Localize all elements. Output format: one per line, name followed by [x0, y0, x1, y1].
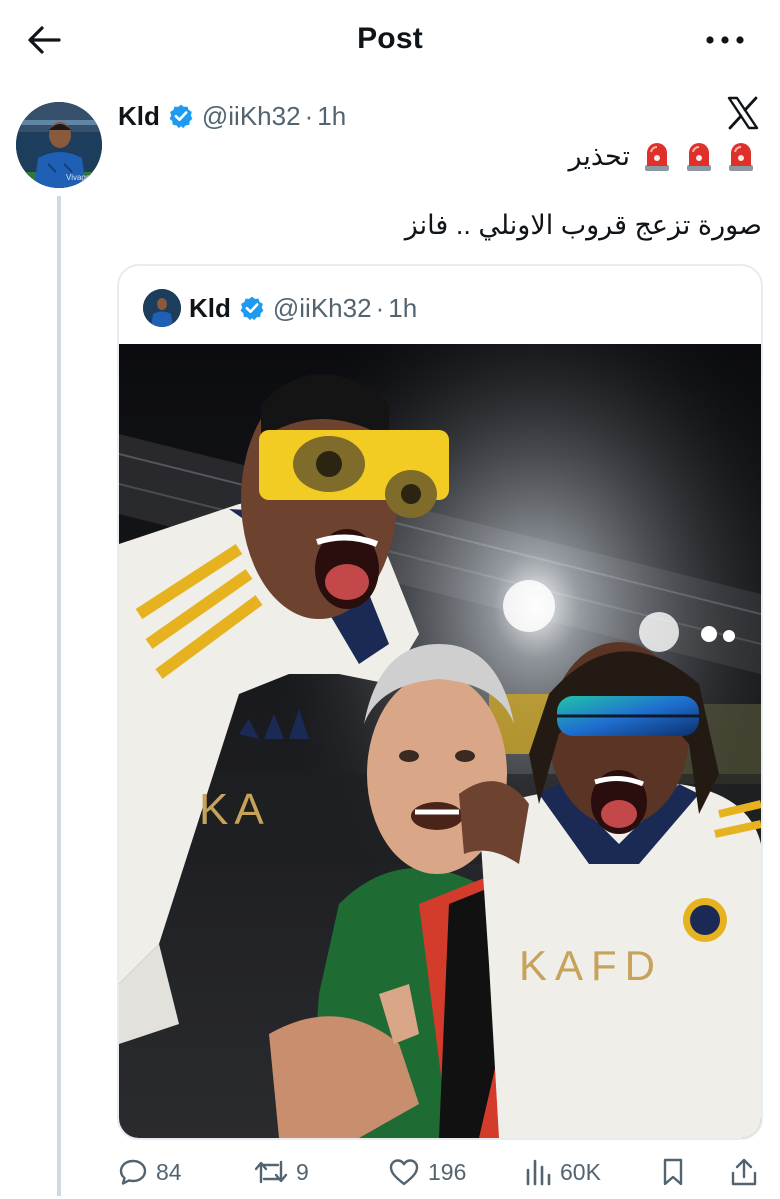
warning-text: تحذير: [568, 140, 630, 171]
x-logo-icon: [726, 96, 760, 130]
bar-chart-icon: [526, 1159, 551, 1186]
quoted-tweet-photo[interactable]: KA KAFD: [119, 344, 761, 1138]
quoted-tweet-header: Kld @iiKh32 · 1h: [143, 288, 417, 328]
post-page: Post Vivago Kld @iiKh32 · 1h تحذير صورة …: [0, 0, 780, 1199]
thread-line: [57, 196, 61, 1196]
quoted-avatar[interactable]: [143, 289, 181, 327]
reply-button[interactable]: 84: [118, 1150, 182, 1194]
share-icon: [731, 1158, 757, 1186]
like-count: 196: [428, 1158, 467, 1185]
share-button[interactable]: [730, 1150, 758, 1194]
more-horizontal-icon: [706, 36, 744, 44]
action-bar: 84 9 196 60K: [118, 1150, 764, 1194]
post-time[interactable]: 1h: [317, 101, 346, 132]
avatar[interactable]: Vivago: [16, 102, 102, 188]
bookmark-icon: [663, 1158, 683, 1186]
repost-icon: [254, 1160, 288, 1184]
police-car-light-icon: [729, 143, 753, 171]
avatar-photo: Vivago: [16, 102, 102, 188]
verified-badge-icon: [168, 103, 194, 129]
dot-separator: ·: [375, 292, 385, 323]
celebration-photo: KA KAFD: [119, 344, 761, 1138]
like-button[interactable]: 196: [388, 1150, 466, 1194]
quoted-author-handle[interactable]: @iiKh32: [273, 293, 372, 324]
verified-badge-icon: [239, 295, 265, 321]
tweet-text-line-1: تحذير: [568, 136, 756, 176]
author-handle[interactable]: @iiKh32: [202, 101, 301, 132]
quoted-post-time[interactable]: 1h: [388, 293, 417, 324]
heart-icon: [389, 1159, 419, 1186]
top-bar: Post: [0, 0, 780, 80]
more-button[interactable]: [700, 24, 750, 56]
reply-count: 84: [156, 1158, 182, 1185]
police-car-light-icon: [687, 143, 711, 171]
repost-count: 9: [296, 1158, 309, 1185]
view-count: 60K: [560, 1158, 601, 1185]
quoted-author-name[interactable]: Kld: [189, 293, 231, 324]
jersey-text: KA: [199, 785, 270, 834]
svg-text:Vivago: Vivago: [66, 173, 91, 182]
jersey-text: KAFD: [519, 942, 663, 989]
bookmark-button[interactable]: [661, 1150, 685, 1194]
repost-button[interactable]: 9: [254, 1150, 309, 1194]
page-title: Post: [357, 22, 423, 55]
tweet-header: Kld @iiKh32 · 1h: [118, 98, 346, 134]
author-name[interactable]: Kld: [118, 101, 160, 132]
tweet-text-line-2: صورة تزعج قروب الاونلي .. فانز: [404, 210, 762, 240]
views-button[interactable]: 60K: [524, 1150, 601, 1194]
police-car-light-icon: [645, 143, 669, 171]
dot-separator: ·: [304, 100, 314, 131]
reply-icon: [119, 1159, 147, 1185]
quoted-tweet-card[interactable]: Kld @iiKh32 · 1h KA KAFD: [117, 264, 763, 1140]
